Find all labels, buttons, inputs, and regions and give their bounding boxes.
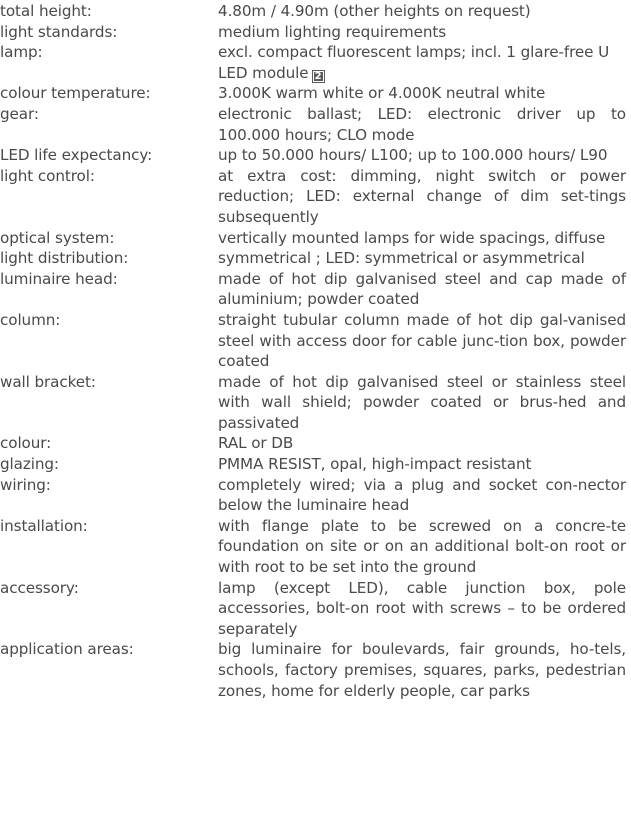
spec-value: at extra cost: dimming, night switch or … xyxy=(218,166,626,226)
spec-label: wall bracket: xyxy=(0,372,96,391)
spec-value: 4.80m / 4.90m (other heights on request) xyxy=(218,2,531,20)
spec-label: LED life expectancy: xyxy=(0,146,153,165)
spec-value: RAL or DB xyxy=(218,434,294,453)
spec-label: colour temperature: xyxy=(0,84,151,103)
spec-row-luminaire-head: luminaire head: made of hot dip galvanis… xyxy=(0,269,631,310)
spec-row-column: column: straight tubular column made of … xyxy=(0,310,631,372)
spec-label: total height: xyxy=(0,2,92,20)
spec-row-gear: gear: electronic ballast; LED: electroni… xyxy=(0,104,631,145)
spec-row-wiring: wiring: completely wired; via a plug and… xyxy=(0,475,631,516)
spec-row-light-control: light control: at extra cost: dimming, n… xyxy=(0,166,631,228)
footnote-badge: 2 xyxy=(311,69,325,83)
spec-row-total-height: total height: 4.80m / 4.90m (other heigh… xyxy=(0,1,631,22)
spec-value: electronic ballast; LED: electronic driv… xyxy=(218,104,626,144)
spec-row-application-areas: application areas: big luminaire for bou… xyxy=(0,639,631,701)
spec-label: light standards: xyxy=(0,22,118,41)
spec-label: lamp: xyxy=(0,43,43,62)
spec-label: application areas: xyxy=(0,640,134,659)
spec-value: made of hot dip galvanised steel or stai… xyxy=(218,372,626,432)
spec-label: light distribution: xyxy=(0,249,129,268)
spec-label: glazing: xyxy=(0,455,59,474)
spec-value: medium lighting requirements xyxy=(218,22,447,41)
spec-label: wiring: xyxy=(0,475,51,494)
spec-value: symmetrical ; LED: symmetrical or asymme… xyxy=(218,249,585,268)
spec-value: straight tubular column made of hot dip … xyxy=(218,310,626,371)
spec-value: PMMA RESIST, opal, high-impact resistant xyxy=(218,455,532,474)
spec-value: excl. compact fluorescent lamps; incl. 1… xyxy=(218,42,626,83)
spec-label: luminaire head: xyxy=(0,269,118,288)
spec-row-lamp: lamp: excl. compact fluorescent lamps; i… xyxy=(0,42,631,83)
spec-label: installation: xyxy=(0,516,88,535)
spec-label: light control: xyxy=(0,166,95,185)
spec-row-colour-temperature: colour temperature: 3.000K warm white or… xyxy=(0,83,631,104)
spec-value: up to 50.000 hours/ L100; up to 100.000 … xyxy=(218,146,608,165)
spec-label: optical system: xyxy=(0,228,115,247)
spec-row-installation: installation: with flange plate to be sc… xyxy=(0,516,631,578)
spec-label: gear: xyxy=(0,104,39,123)
spec-row-optical-system: optical system: vertically mounted lamps… xyxy=(0,228,631,249)
spec-value: made of hot dip galvanised steel and cap… xyxy=(218,269,626,309)
spec-value-text: excl. compact fluorescent lamps; incl. 1… xyxy=(218,43,610,82)
spec-value: 3.000K warm white or 4.000K neutral whit… xyxy=(218,84,546,103)
spec-value: lamp (except LED), cable junction box, p… xyxy=(218,578,626,638)
spec-label: colour: xyxy=(0,434,52,453)
spec-value: with flange plate to be screwed on a con… xyxy=(218,516,626,577)
spec-value: big luminaire for boulevards, fair groun… xyxy=(218,640,626,700)
spec-row-light-standards: light standards: medium lighting require… xyxy=(0,22,631,43)
spec-row-colour: colour: RAL or DB xyxy=(0,433,631,454)
spec-value: completely wired; via a plug and socket … xyxy=(218,475,626,515)
spec-value: vertically mounted lamps for wide spacin… xyxy=(218,228,606,247)
spec-label: accessory: xyxy=(0,578,79,597)
spec-row-wall-bracket: wall bracket: made of hot dip galvanised… xyxy=(0,372,631,434)
spec-label: column: xyxy=(0,310,61,329)
spec-list: total height: 4.80m / 4.90m (other heigh… xyxy=(0,0,631,701)
spec-row-led-life-expectancy: LED life expectancy: up to 50.000 hours/… xyxy=(0,145,631,166)
spec-row-light-distribution: light distribution: symmetrical ; LED: s… xyxy=(0,248,631,269)
spec-row-glazing: glazing: PMMA RESIST, opal, high-impact … xyxy=(0,454,631,475)
spec-row-accessory: accessory: lamp (except LED), cable junc… xyxy=(0,578,631,640)
